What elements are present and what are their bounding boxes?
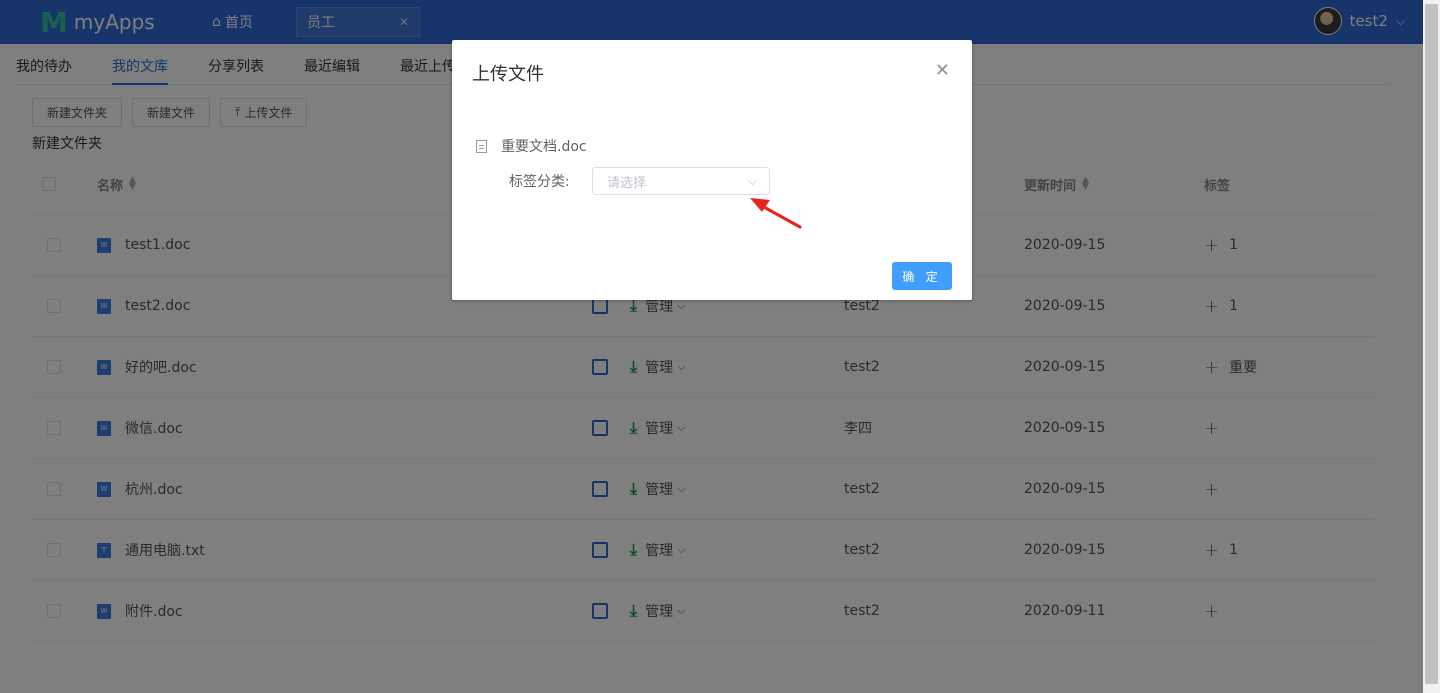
tag-category-label: 标签分类: xyxy=(509,174,570,190)
scrollbar-thumb[interactable] xyxy=(1425,4,1438,684)
chevron-down-icon: ⌵ xyxy=(747,173,757,188)
vertical-scrollbar[interactable] xyxy=(1423,0,1440,693)
confirm-button[interactable]: 确 定 xyxy=(892,262,952,290)
selected-file-name: 重要文档.doc xyxy=(501,139,587,155)
selected-file: 重要文档.doc xyxy=(476,136,587,156)
select-placeholder: 请选择 xyxy=(607,175,647,191)
red-arrow-annotation xyxy=(750,198,802,229)
tag-category-select[interactable]: 请选择 ⌵ xyxy=(592,167,770,195)
document-icon xyxy=(476,139,487,153)
close-icon[interactable]: ✕ xyxy=(935,60,950,81)
dialog-title: 上传文件 xyxy=(472,64,544,85)
upload-dialog: 上传文件 ✕ 重要文档.doc 标签分类: 请选择 ⌵ 确 定 xyxy=(452,40,972,300)
